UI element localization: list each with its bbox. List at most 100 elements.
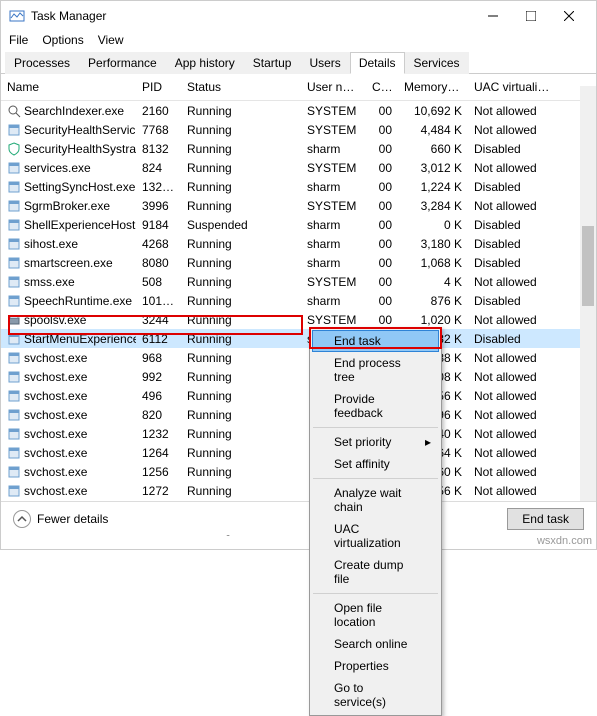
end-task-button[interactable]: End task [507, 508, 584, 530]
process-icon [7, 275, 21, 289]
menu-set-priority-label: Set priority [334, 435, 391, 449]
table-row[interactable]: SpeechRuntime.exe10104Runningsharm00876 … [1, 291, 596, 310]
table-row[interactable]: svchost.exe820Running1,096 KNot allowed [1, 405, 596, 424]
proc-uac: Not allowed [468, 426, 558, 442]
table-row[interactable]: svchost.exe1272Running1,456 KNot allowed [1, 481, 596, 500]
menu-end-task[interactable]: End task [312, 330, 439, 352]
menu-view[interactable]: View [98, 33, 124, 47]
tab-users[interactable]: Users [300, 52, 349, 74]
col-uac[interactable]: UAC virtualizati... [468, 74, 558, 100]
submenu-arrow-icon: ▸ [425, 435, 431, 449]
menu-set-priority[interactable]: Set priority ▸ [312, 431, 439, 453]
col-name[interactable]: Name [1, 74, 136, 100]
table-row[interactable]: SettingSyncHost.exe13292Runningsharm001,… [1, 177, 596, 196]
proc-user: SYSTEM [301, 274, 366, 290]
proc-cpu: 00 [366, 122, 398, 138]
proc-pid: 3244 [136, 312, 181, 328]
col-cpu[interactable]: CPU [366, 74, 398, 100]
proc-name: SecurityHealthServic... [24, 123, 136, 137]
tab-details[interactable]: Details [350, 52, 405, 74]
window-title: Task Manager [31, 9, 474, 23]
col-mem[interactable]: Memory (ac... [398, 74, 468, 100]
proc-name: SpeechRuntime.exe [24, 294, 132, 308]
proc-pid: 9184 [136, 217, 181, 233]
table-row[interactable]: services.exe824RunningSYSTEM003,012 KNot… [1, 158, 596, 177]
menu-wait-chain[interactable]: Analyze wait chain [312, 482, 439, 518]
menu-file[interactable]: File [9, 33, 28, 47]
process-icon [7, 465, 21, 479]
table-row[interactable]: SearchIndexer.exe2160RunningSYSTEM0010,6… [1, 101, 596, 120]
table-row[interactable]: SecurityHealthSystray...8132Runningsharm… [1, 139, 596, 158]
proc-user: sharm [301, 236, 366, 252]
process-icon [7, 218, 21, 232]
proc-pid: 1256 [136, 464, 181, 480]
proc-user: sharm [301, 217, 366, 233]
proc-uac: Not allowed [468, 388, 558, 404]
proc-pid: 992 [136, 369, 181, 385]
menu-uac[interactable]: UAC virtualization [312, 518, 439, 554]
tab-services[interactable]: Services [405, 52, 469, 74]
proc-pid: 1272 [136, 483, 181, 499]
proc-uac: Disabled [468, 141, 558, 157]
process-icon [7, 351, 21, 365]
tab-startup[interactable]: Startup [244, 52, 301, 74]
proc-name: svchost.exe [24, 351, 87, 365]
table-row[interactable]: ShellExperienceHost...9184Suspendedsharm… [1, 215, 596, 234]
tab-app-history[interactable]: App history [166, 52, 244, 74]
menu-feedback[interactable]: Provide feedback [312, 388, 439, 424]
scrollbar-thumb[interactable] [582, 226, 594, 306]
table-row[interactable]: StartMenuExperience...6112Runningsharm00… [1, 329, 596, 348]
menu-set-affinity[interactable]: Set affinity [312, 453, 439, 475]
proc-cpu: 00 [366, 255, 398, 271]
menu-properties[interactable]: Properties [312, 655, 439, 677]
table-row[interactable]: svchost.exe496Running11,456 KNot allowed [1, 386, 596, 405]
proc-mem: 1,020 K [398, 312, 468, 328]
proc-name: svchost.exe [24, 446, 87, 460]
menu-go-services[interactable]: Go to service(s) [312, 677, 439, 713]
table-row[interactable]: sihost.exe4268Runningsharm003,180 KDisab… [1, 234, 596, 253]
menu-dump[interactable]: Create dump file [312, 554, 439, 590]
proc-uac: Disabled [468, 179, 558, 195]
tab-processes[interactable]: Processes [5, 52, 79, 74]
proc-pid: 8080 [136, 255, 181, 271]
proc-status: Running [181, 312, 301, 328]
fewer-details-button[interactable]: Fewer details [13, 510, 108, 528]
vertical-scrollbar[interactable] [580, 86, 596, 501]
proc-pid: 8132 [136, 141, 181, 157]
menu-options[interactable]: Options [42, 33, 83, 47]
proc-uac: Not allowed [468, 103, 558, 119]
table-row[interactable]: svchost.exe968Running188 KNot allowed [1, 348, 596, 367]
col-status[interactable]: Status [181, 74, 301, 100]
maximize-button[interactable] [512, 1, 550, 31]
col-user[interactable]: User name [301, 74, 366, 100]
table-row[interactable]: SgrmBroker.exe3996RunningSYSTEM003,284 K… [1, 196, 596, 215]
table-row[interactable]: svchost.exe992Running23,008 KNot allowed [1, 367, 596, 386]
table-row[interactable]: svchost.exe1264Running364 KNot allowed [1, 443, 596, 462]
table-row[interactable]: smss.exe508RunningSYSTEM004 KNot allowed [1, 272, 596, 291]
close-button[interactable] [550, 1, 588, 31]
process-icon [7, 446, 21, 460]
process-icon [7, 199, 21, 213]
proc-uac: Not allowed [468, 483, 558, 499]
table-row[interactable]: smartscreen.exe8080Runningsharm001,068 K… [1, 253, 596, 272]
proc-user: sharm [301, 179, 366, 195]
process-rows: SearchIndexer.exe2160RunningSYSTEM0010,6… [1, 101, 596, 538]
table-row[interactable]: svchost.exe1232Running440 KNot allowed [1, 424, 596, 443]
proc-pid: 6112 [136, 331, 181, 347]
menu-end-tree[interactable]: End process tree [312, 352, 439, 388]
proc-mem: 660 K [398, 141, 468, 157]
process-icon [7, 313, 21, 327]
tab-performance[interactable]: Performance [79, 52, 166, 74]
table-row[interactable]: spoolsv.exe3244RunningSYSTEM001,020 KNot… [1, 310, 596, 329]
menu-open-location[interactable]: Open file location [312, 597, 439, 633]
table-row[interactable]: SecurityHealthServic...7768RunningSYSTEM… [1, 120, 596, 139]
proc-user: SYSTEM [301, 312, 366, 328]
menu-search-online[interactable]: Search online [312, 633, 439, 655]
proc-cpu: 00 [366, 293, 398, 309]
proc-pid: 4268 [136, 236, 181, 252]
proc-uac: Not allowed [468, 198, 558, 214]
proc-name: ShellExperienceHost... [24, 218, 136, 232]
col-pid[interactable]: PID [136, 74, 181, 100]
minimize-button[interactable] [474, 1, 512, 31]
table-row[interactable]: svchost.exe1256Running660 KNot allowed [1, 462, 596, 481]
